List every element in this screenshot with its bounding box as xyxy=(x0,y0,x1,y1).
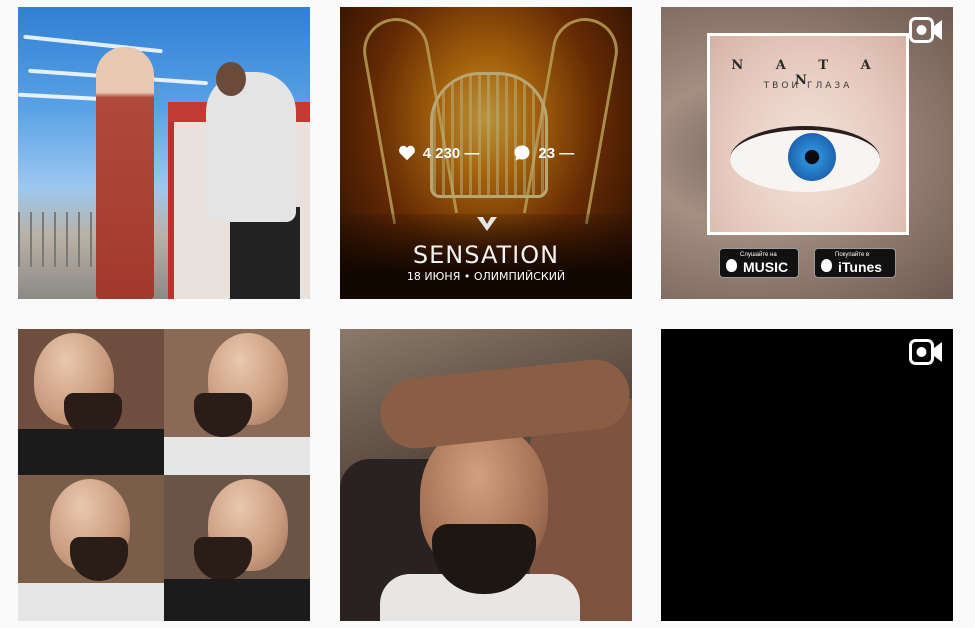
fence xyxy=(18,212,98,267)
statue-figure xyxy=(96,47,154,299)
badge-small-text: Слушайте на xyxy=(740,252,777,258)
post-tile-2[interactable]: SENSATION 18 ИЮНЯ • ОЛИМПИЙСКИЙ 4 230 — … xyxy=(340,7,632,299)
eye-iris xyxy=(788,133,836,181)
post-tile-4[interactable] xyxy=(18,329,310,621)
post-tile-1[interactable] xyxy=(18,7,310,299)
comments-count: 23 — xyxy=(538,144,575,162)
video-camera-icon xyxy=(909,339,942,365)
itunes-badge: Покупайте в iTunes xyxy=(814,248,896,278)
post-tile-6[interactable] xyxy=(661,329,953,621)
sensation-logo-icon xyxy=(477,217,497,231)
person-body xyxy=(206,72,296,222)
beard xyxy=(194,537,252,581)
apple-logo-icon xyxy=(726,258,737,272)
collage-cell xyxy=(164,329,310,475)
beard xyxy=(70,537,128,581)
poster-title: SENSATION xyxy=(412,241,560,269)
video-camera-icon xyxy=(909,17,942,43)
badge-text: iTunes xyxy=(838,258,883,275)
post-tile-5[interactable] xyxy=(340,329,632,621)
collage-cell xyxy=(18,329,164,475)
beard xyxy=(194,393,252,437)
apple-logo-icon xyxy=(821,258,832,272)
collage-cell xyxy=(164,475,310,621)
likes-count: 4 230 — xyxy=(422,144,480,162)
person-head xyxy=(216,62,246,96)
poster-subtitle: 18 ИЮНЯ • ОЛИМПИЙСКИЙ xyxy=(406,270,566,283)
album-cover: N A T A N ТВОИ ГЛАЗА xyxy=(707,33,909,235)
tank-top xyxy=(164,437,310,475)
post-image xyxy=(661,329,953,621)
posts-grid: SENSATION 18 ИЮНЯ • ОЛИМПИЙСКИЙ 4 230 — … xyxy=(0,0,975,628)
likes-stat: 4 230 — xyxy=(398,144,480,162)
album-song: ТВОИ ГЛАЗА xyxy=(763,81,853,91)
badge-small-text: Покупайте в xyxy=(835,252,870,258)
comment-bubble-icon xyxy=(514,145,530,161)
barber-cape xyxy=(18,429,164,475)
post-tile-3[interactable]: N A T A N ТВОИ ГЛАЗА Слушайте на MUSIC П… xyxy=(661,7,953,299)
heart-icon xyxy=(398,145,415,161)
post-stats: 4 230 — 23 — xyxy=(340,140,632,166)
comments-stat: 23 — xyxy=(513,144,574,162)
collage-cell xyxy=(18,475,164,621)
badge-text: MUSIC xyxy=(743,258,789,275)
tank-top xyxy=(18,583,164,621)
barber-cape xyxy=(164,579,310,621)
apple-music-badge: Слушайте на MUSIC xyxy=(719,248,799,278)
